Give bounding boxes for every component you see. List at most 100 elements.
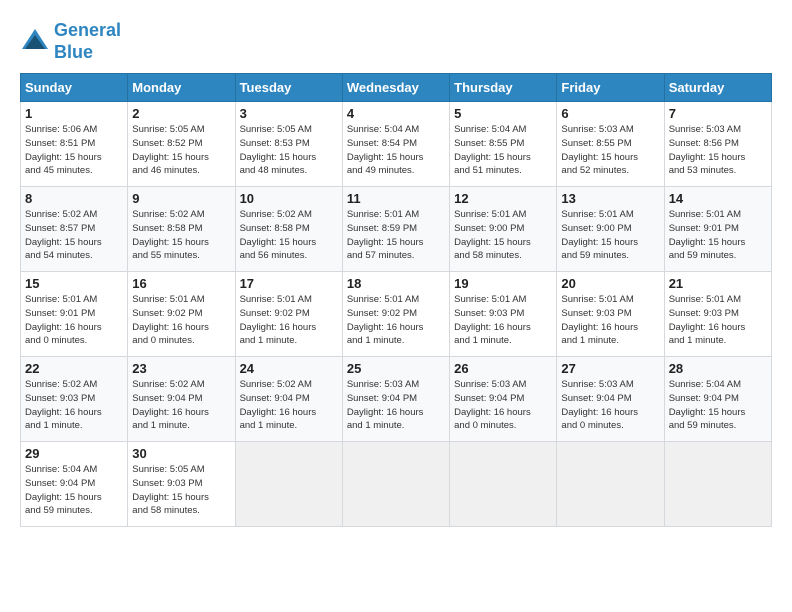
calendar-cell (557, 442, 664, 527)
page-header: General Blue (20, 20, 772, 63)
calendar-cell: 5 Sunrise: 5:04 AM Sunset: 8:55 PM Daylig… (450, 102, 557, 187)
calendar-cell (450, 442, 557, 527)
day-number: 24 (240, 361, 338, 376)
calendar-cell: 1Sunrise: 5:06 AM Sunset: 8:51 PM Daylig… (21, 102, 128, 187)
calendar-week-3: 15 Sunrise: 5:01 AM Sunset: 9:01 PM Dayli… (21, 272, 772, 357)
calendar-week-2: 8 Sunrise: 5:02 AM Sunset: 8:57 PM Daylig… (21, 187, 772, 272)
calendar-cell: 28 Sunrise: 5:04 AM Sunset: 9:04 PM Dayli… (664, 357, 771, 442)
day-info: Sunrise: 5:01 AM Sunset: 9:01 PM Dayligh… (25, 293, 123, 348)
calendar-cell: 11 Sunrise: 5:01 AM Sunset: 8:59 PM Dayli… (342, 187, 449, 272)
day-info: Sunrise: 5:01 AM Sunset: 9:03 PM Dayligh… (561, 293, 659, 348)
calendar-cell (342, 442, 449, 527)
day-number: 28 (669, 361, 767, 376)
day-number: 13 (561, 191, 659, 206)
header-cell-monday: Monday (128, 74, 235, 102)
calendar-cell: 4 Sunrise: 5:04 AM Sunset: 8:54 PM Daylig… (342, 102, 449, 187)
day-info: Sunrise: 5:02 AM Sunset: 8:58 PM Dayligh… (132, 208, 230, 263)
day-number: 14 (669, 191, 767, 206)
calendar-cell: 12 Sunrise: 5:01 AM Sunset: 9:00 PM Dayli… (450, 187, 557, 272)
day-number: 8 (25, 191, 123, 206)
header-cell-sunday: Sunday (21, 74, 128, 102)
day-number: 12 (454, 191, 552, 206)
day-info: Sunrise: 5:02 AM Sunset: 9:04 PM Dayligh… (240, 378, 338, 433)
day-info: Sunrise: 5:05 AM Sunset: 9:03 PM Dayligh… (132, 463, 230, 518)
calendar-cell: 21 Sunrise: 5:01 AM Sunset: 9:03 PM Dayli… (664, 272, 771, 357)
day-info: Sunrise: 5:03 AM Sunset: 9:04 PM Dayligh… (561, 378, 659, 433)
day-number: 2 (132, 106, 230, 121)
calendar-cell: 14 Sunrise: 5:01 AM Sunset: 9:01 PM Dayli… (664, 187, 771, 272)
day-number: 18 (347, 276, 445, 291)
day-number: 6 (561, 106, 659, 121)
day-number: 19 (454, 276, 552, 291)
day-number: 22 (25, 361, 123, 376)
calendar-header: SundayMondayTuesdayWednesdayThursdayFrid… (21, 74, 772, 102)
day-info: Sunrise: 5:05 AM Sunset: 8:52 PM Dayligh… (132, 123, 230, 178)
logo-icon (20, 27, 50, 57)
day-number: 1 (25, 106, 123, 121)
calendar-cell: 25Sunrise: 5:03 AM Sunset: 9:04 PM Dayli… (342, 357, 449, 442)
calendar-cell: 6 Sunrise: 5:03 AM Sunset: 8:55 PM Daylig… (557, 102, 664, 187)
day-number: 15 (25, 276, 123, 291)
calendar-cell: 27 Sunrise: 5:03 AM Sunset: 9:04 PM Dayli… (557, 357, 664, 442)
day-number: 11 (347, 191, 445, 206)
day-info: Sunrise: 5:01 AM Sunset: 9:02 PM Dayligh… (132, 293, 230, 348)
header-cell-wednesday: Wednesday (342, 74, 449, 102)
day-info: Sunrise: 5:01 AM Sunset: 9:02 PM Dayligh… (240, 293, 338, 348)
calendar-cell: 8 Sunrise: 5:02 AM Sunset: 8:57 PM Daylig… (21, 187, 128, 272)
day-info: Sunrise: 5:04 AM Sunset: 8:54 PM Dayligh… (347, 123, 445, 178)
day-number: 3 (240, 106, 338, 121)
day-number: 26 (454, 361, 552, 376)
calendar-cell: 18 Sunrise: 5:01 AM Sunset: 9:02 PM Dayli… (342, 272, 449, 357)
calendar-cell: 24 Sunrise: 5:02 AM Sunset: 9:04 PM Dayli… (235, 357, 342, 442)
calendar-cell: 23 Sunrise: 5:02 AM Sunset: 9:04 PM Dayli… (128, 357, 235, 442)
day-info: Sunrise: 5:03 AM Sunset: 9:04 PM Dayligh… (347, 378, 445, 433)
calendar-cell: 9Sunrise: 5:02 AM Sunset: 8:58 PM Daylig… (128, 187, 235, 272)
day-info: Sunrise: 5:01 AM Sunset: 9:00 PM Dayligh… (561, 208, 659, 263)
day-number: 29 (25, 446, 123, 461)
day-info: Sunrise: 5:04 AM Sunset: 9:04 PM Dayligh… (669, 378, 767, 433)
calendar-cell: 30 Sunrise: 5:05 AM Sunset: 9:03 PM Dayli… (128, 442, 235, 527)
header-cell-friday: Friday (557, 74, 664, 102)
calendar-cell: 2 Sunrise: 5:05 AM Sunset: 8:52 PM Daylig… (128, 102, 235, 187)
day-number: 21 (669, 276, 767, 291)
header-cell-thursday: Thursday (450, 74, 557, 102)
day-info: Sunrise: 5:01 AM Sunset: 9:03 PM Dayligh… (454, 293, 552, 348)
day-info: Sunrise: 5:02 AM Sunset: 8:57 PM Dayligh… (25, 208, 123, 263)
day-info: Sunrise: 5:03 AM Sunset: 8:55 PM Dayligh… (561, 123, 659, 178)
day-number: 20 (561, 276, 659, 291)
calendar-week-1: 1Sunrise: 5:06 AM Sunset: 8:51 PM Daylig… (21, 102, 772, 187)
day-number: 27 (561, 361, 659, 376)
day-number: 5 (454, 106, 552, 121)
day-number: 23 (132, 361, 230, 376)
calendar-cell: 10Sunrise: 5:02 AM Sunset: 8:58 PM Dayli… (235, 187, 342, 272)
logo: General Blue (20, 20, 121, 63)
calendar-cell: 13 Sunrise: 5:01 AM Sunset: 9:00 PM Dayli… (557, 187, 664, 272)
logo-text: General Blue (54, 20, 121, 63)
calendar-cell (235, 442, 342, 527)
header-cell-tuesday: Tuesday (235, 74, 342, 102)
day-info: Sunrise: 5:02 AM Sunset: 9:04 PM Dayligh… (132, 378, 230, 433)
day-number: 4 (347, 106, 445, 121)
day-info: Sunrise: 5:01 AM Sunset: 9:01 PM Dayligh… (669, 208, 767, 263)
day-info: Sunrise: 5:01 AM Sunset: 9:00 PM Dayligh… (454, 208, 552, 263)
calendar-table: SundayMondayTuesdayWednesdayThursdayFrid… (20, 73, 772, 527)
calendar-cell: 29Sunrise: 5:04 AM Sunset: 9:04 PM Dayli… (21, 442, 128, 527)
day-info: Sunrise: 5:04 AM Sunset: 8:55 PM Dayligh… (454, 123, 552, 178)
day-info: Sunrise: 5:01 AM Sunset: 8:59 PM Dayligh… (347, 208, 445, 263)
day-number: 30 (132, 446, 230, 461)
day-info: Sunrise: 5:01 AM Sunset: 9:03 PM Dayligh… (669, 293, 767, 348)
calendar-cell: 26Sunrise: 5:03 AM Sunset: 9:04 PM Dayli… (450, 357, 557, 442)
day-number: 17 (240, 276, 338, 291)
day-number: 16 (132, 276, 230, 291)
calendar-cell: 16 Sunrise: 5:01 AM Sunset: 9:02 PM Dayli… (128, 272, 235, 357)
calendar-cell: 22 Sunrise: 5:02 AM Sunset: 9:03 PM Dayli… (21, 357, 128, 442)
day-number: 10 (240, 191, 338, 206)
calendar-cell: 7Sunrise: 5:03 AM Sunset: 8:56 PM Daylig… (664, 102, 771, 187)
day-number: 7 (669, 106, 767, 121)
calendar-cell: 20 Sunrise: 5:01 AM Sunset: 9:03 PM Dayli… (557, 272, 664, 357)
calendar-cell: 17 Sunrise: 5:01 AM Sunset: 9:02 PM Dayli… (235, 272, 342, 357)
day-info: Sunrise: 5:02 AM Sunset: 9:03 PM Dayligh… (25, 378, 123, 433)
day-info: Sunrise: 5:01 AM Sunset: 9:02 PM Dayligh… (347, 293, 445, 348)
calendar-week-4: 22 Sunrise: 5:02 AM Sunset: 9:03 PM Dayli… (21, 357, 772, 442)
calendar-cell: 3Sunrise: 5:05 AM Sunset: 8:53 PM Daylig… (235, 102, 342, 187)
